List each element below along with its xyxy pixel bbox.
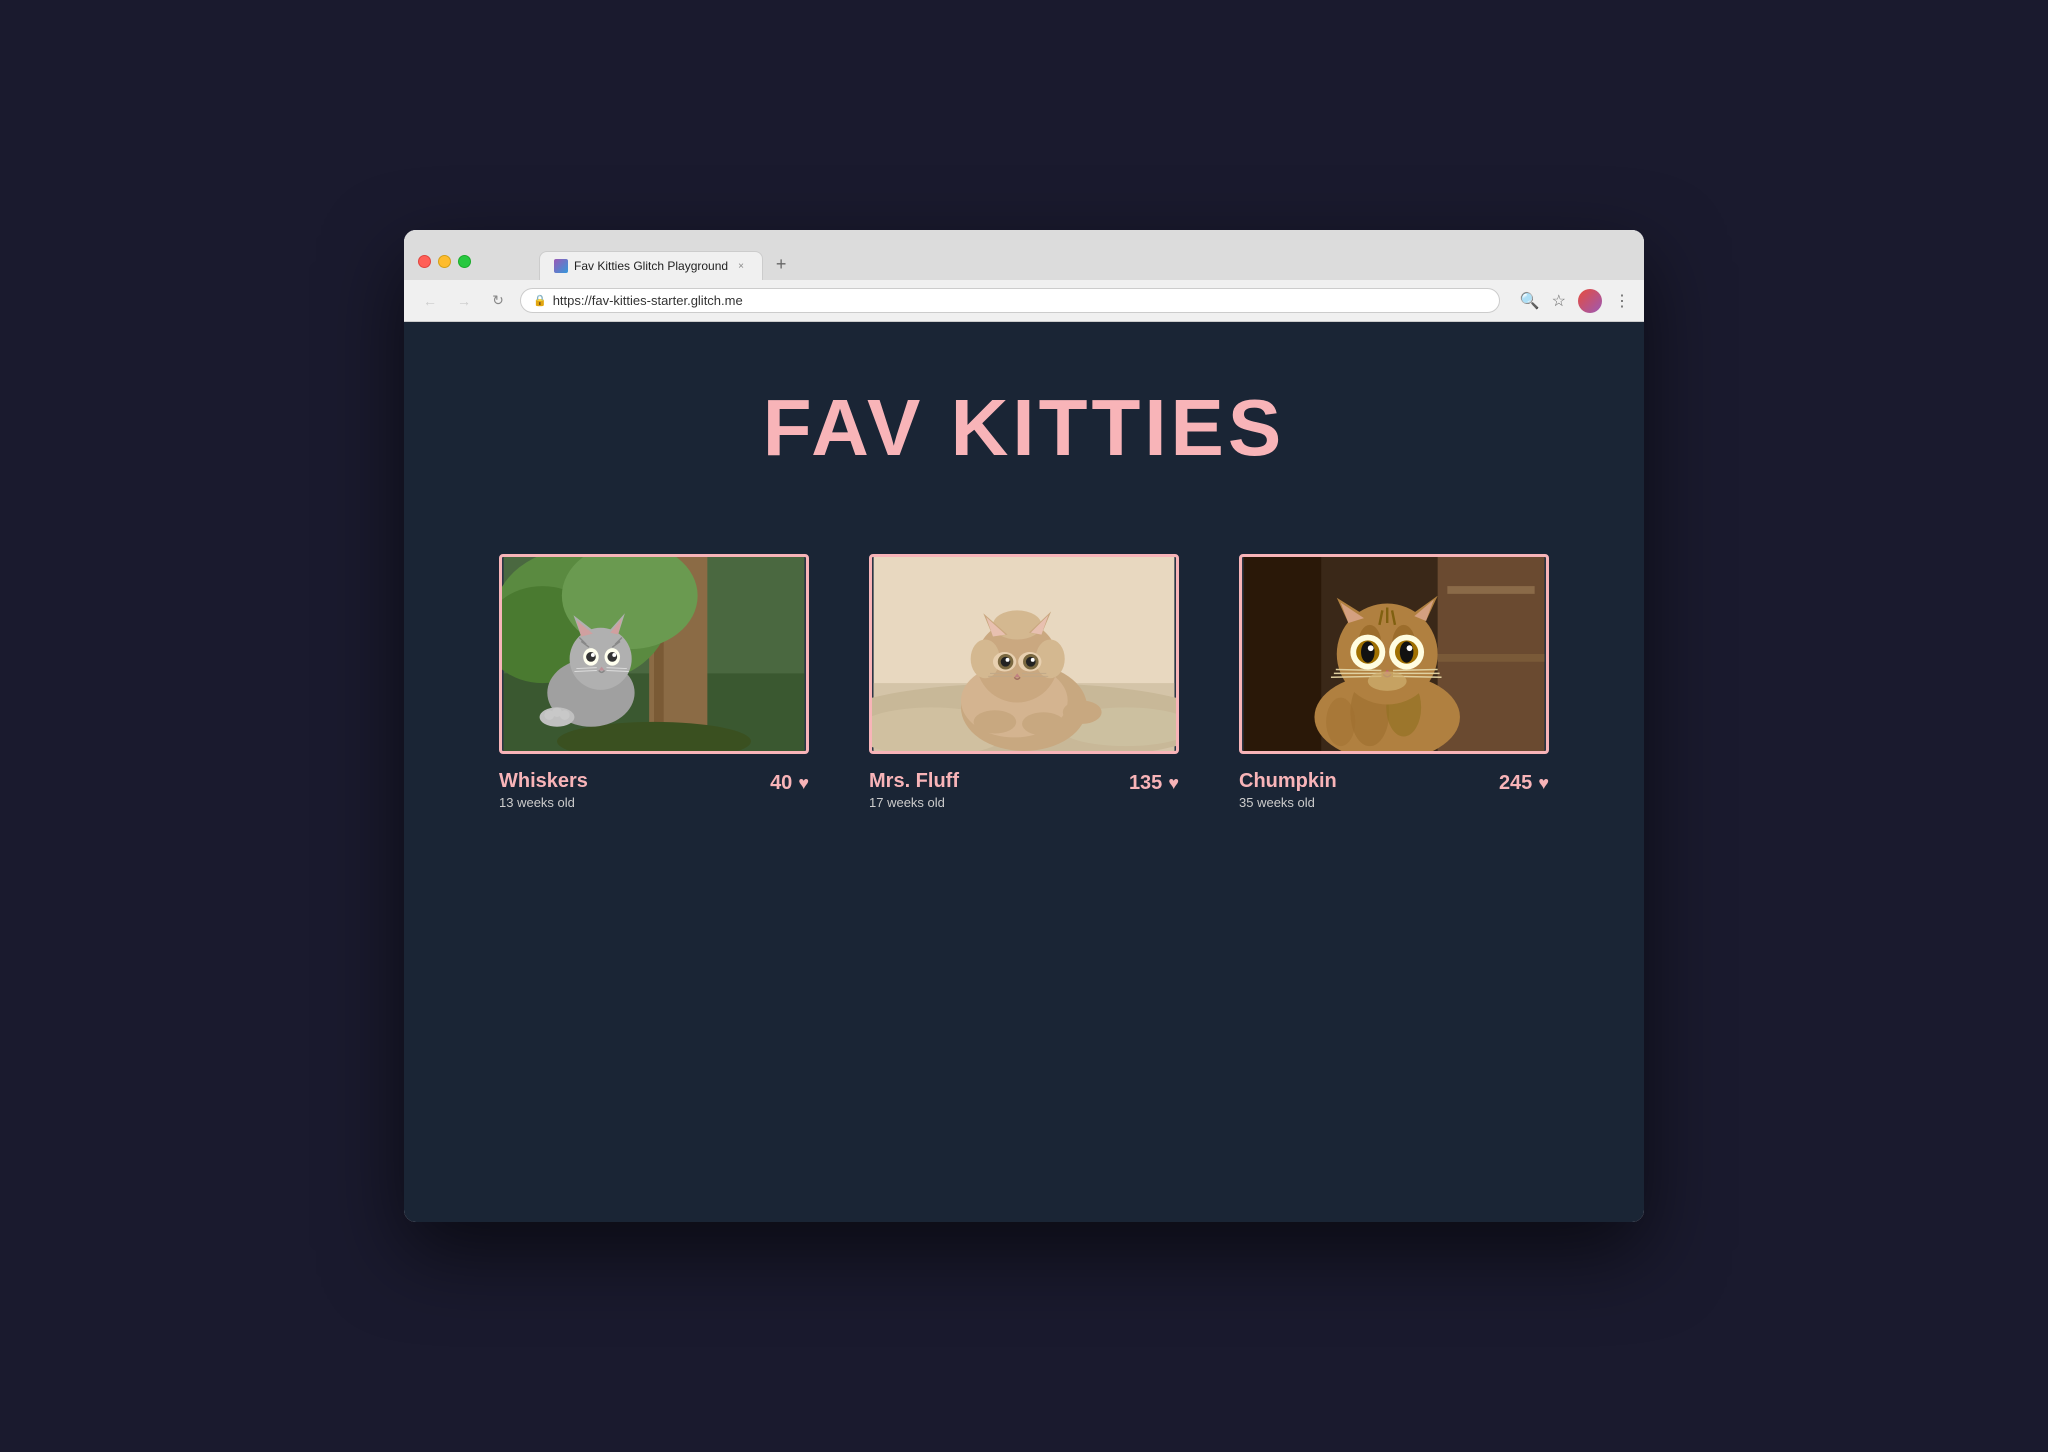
browser-actions: 🔍 ☆ ⋮: [1520, 289, 1630, 313]
new-tab-button[interactable]: +: [767, 250, 795, 278]
kitty-info-chumpkin: Chumpkin 35 weeks old 245 ♥: [1239, 770, 1549, 810]
page-title: FAV KITTIES: [444, 382, 1604, 474]
heart-icon-mrs-fluff: ♥: [1168, 773, 1179, 794]
kitty-name-whiskers: Whiskers: [499, 770, 588, 793]
reload-button[interactable]: ↻: [486, 289, 510, 313]
kitty-hearts-chumpkin[interactable]: 245 ♥: [1499, 772, 1549, 795]
browser-window: Fav Kitties Glitch Playground × + ← → ↻ …: [404, 230, 1644, 1222]
kitty-name-chumpkin: Chumpkin: [1239, 770, 1337, 793]
kitty-age-chumpkin: 35 weeks old: [1239, 795, 1337, 810]
search-button[interactable]: 🔍: [1520, 291, 1540, 311]
forward-button[interactable]: →: [452, 289, 476, 313]
hearts-count-mrs-fluff: 135: [1129, 772, 1162, 795]
browser-chrome: Fav Kitties Glitch Playground × + ← → ↻ …: [404, 230, 1644, 322]
traffic-lights: [418, 255, 471, 268]
title-bar: Fav Kitties Glitch Playground × +: [404, 230, 1644, 280]
profile-avatar[interactable]: [1578, 289, 1602, 313]
kitty-info-whiskers: Whiskers 13 weeks old 40 ♥: [499, 770, 809, 810]
kitty-card-mrs-fluff: Mrs. Fluff 17 weeks old 135 ♥: [869, 554, 1179, 810]
active-tab[interactable]: Fav Kitties Glitch Playground ×: [539, 251, 763, 280]
kitty-name-age-chumpkin: Chumpkin 35 weeks old: [1239, 770, 1337, 810]
kitty-hearts-whiskers[interactable]: 40 ♥: [770, 772, 809, 795]
hearts-count-chumpkin: 245: [1499, 772, 1532, 795]
kitty-card-whiskers: Whiskers 13 weeks old 40 ♥: [499, 554, 809, 810]
kitty-age-whiskers: 13 weeks old: [499, 795, 588, 810]
maximize-button[interactable]: [458, 255, 471, 268]
tab-favicon: [554, 259, 568, 273]
kitty-age-mrs-fluff: 17 weeks old: [869, 795, 959, 810]
kitty-name-age-mrs-fluff: Mrs. Fluff 17 weeks old: [869, 770, 959, 810]
address-bar: ← → ↻ 🔒 https://fav-kitties-starter.glit…: [404, 280, 1644, 322]
tab-close-button[interactable]: ×: [734, 259, 748, 273]
url-text: https://fav-kitties-starter.glitch.me: [553, 293, 743, 308]
page-content: FAV KITTIES: [404, 322, 1644, 1222]
tabs-bar: Fav Kitties Glitch Playground × +: [479, 250, 855, 280]
hearts-count-whiskers: 40: [770, 772, 792, 795]
url-bar[interactable]: 🔒 https://fav-kitties-starter.glitch.me: [520, 288, 1500, 313]
kitty-info-mrs-fluff: Mrs. Fluff 17 weeks old 135 ♥: [869, 770, 1179, 810]
heart-icon-whiskers: ♥: [798, 773, 809, 794]
bookmark-button[interactable]: ☆: [1552, 291, 1566, 311]
kitty-image-chumpkin: [1239, 554, 1549, 754]
menu-button[interactable]: ⋮: [1614, 291, 1630, 311]
tab-title: Fav Kitties Glitch Playground: [574, 259, 728, 273]
lock-icon: 🔒: [533, 294, 547, 307]
minimize-button[interactable]: [438, 255, 451, 268]
kitty-hearts-mrs-fluff[interactable]: 135 ♥: [1129, 772, 1179, 795]
kitty-image-mrs-fluff: [869, 554, 1179, 754]
kitty-card-chumpkin: Chumpkin 35 weeks old 245 ♥: [1239, 554, 1549, 810]
heart-icon-chumpkin: ♥: [1538, 773, 1549, 794]
kitty-name-mrs-fluff: Mrs. Fluff: [869, 770, 959, 793]
kitties-grid: Whiskers 13 weeks old 40 ♥: [444, 554, 1604, 810]
back-button[interactable]: ←: [418, 289, 442, 313]
kitty-name-age-whiskers: Whiskers 13 weeks old: [499, 770, 588, 810]
close-button[interactable]: [418, 255, 431, 268]
kitty-image-whiskers: [499, 554, 809, 754]
